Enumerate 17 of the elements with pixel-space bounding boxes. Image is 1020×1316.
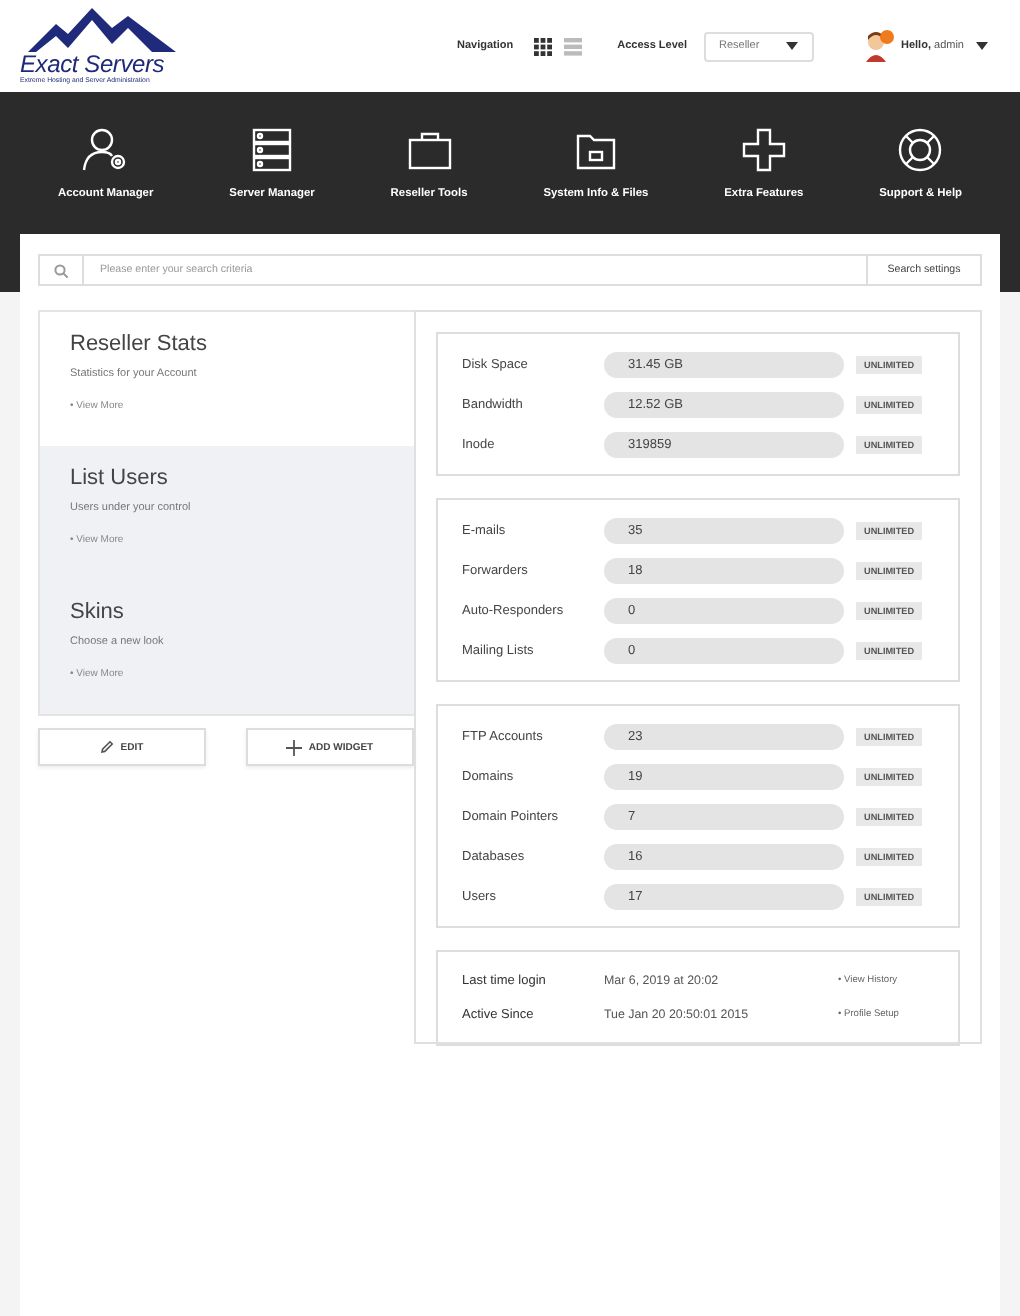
- logo-text: Exact Servers: [20, 51, 165, 75]
- widget-title: Reseller Stats: [70, 332, 209, 356]
- server-icon: [248, 128, 296, 172]
- account-icon: [81, 128, 130, 172]
- briefcase-icon: [405, 128, 454, 172]
- mountain-logo-icon: [28, 7, 176, 51]
- lifebuoy-icon: [896, 128, 945, 172]
- plus-icon: [739, 128, 788, 172]
- widget-title: List Users: [70, 466, 170, 490]
- user-avatar-icon[interactable]: [861, 30, 893, 62]
- widget-title: Skins: [70, 600, 126, 624]
- grid-view-icon[interactable]: [533, 37, 552, 55]
- caret-icon: [785, 42, 797, 50]
- plus-icon: [286, 739, 303, 755]
- caret-icon: [976, 42, 988, 50]
- search-icon: [54, 263, 68, 277]
- pencil-icon: [100, 740, 115, 754]
